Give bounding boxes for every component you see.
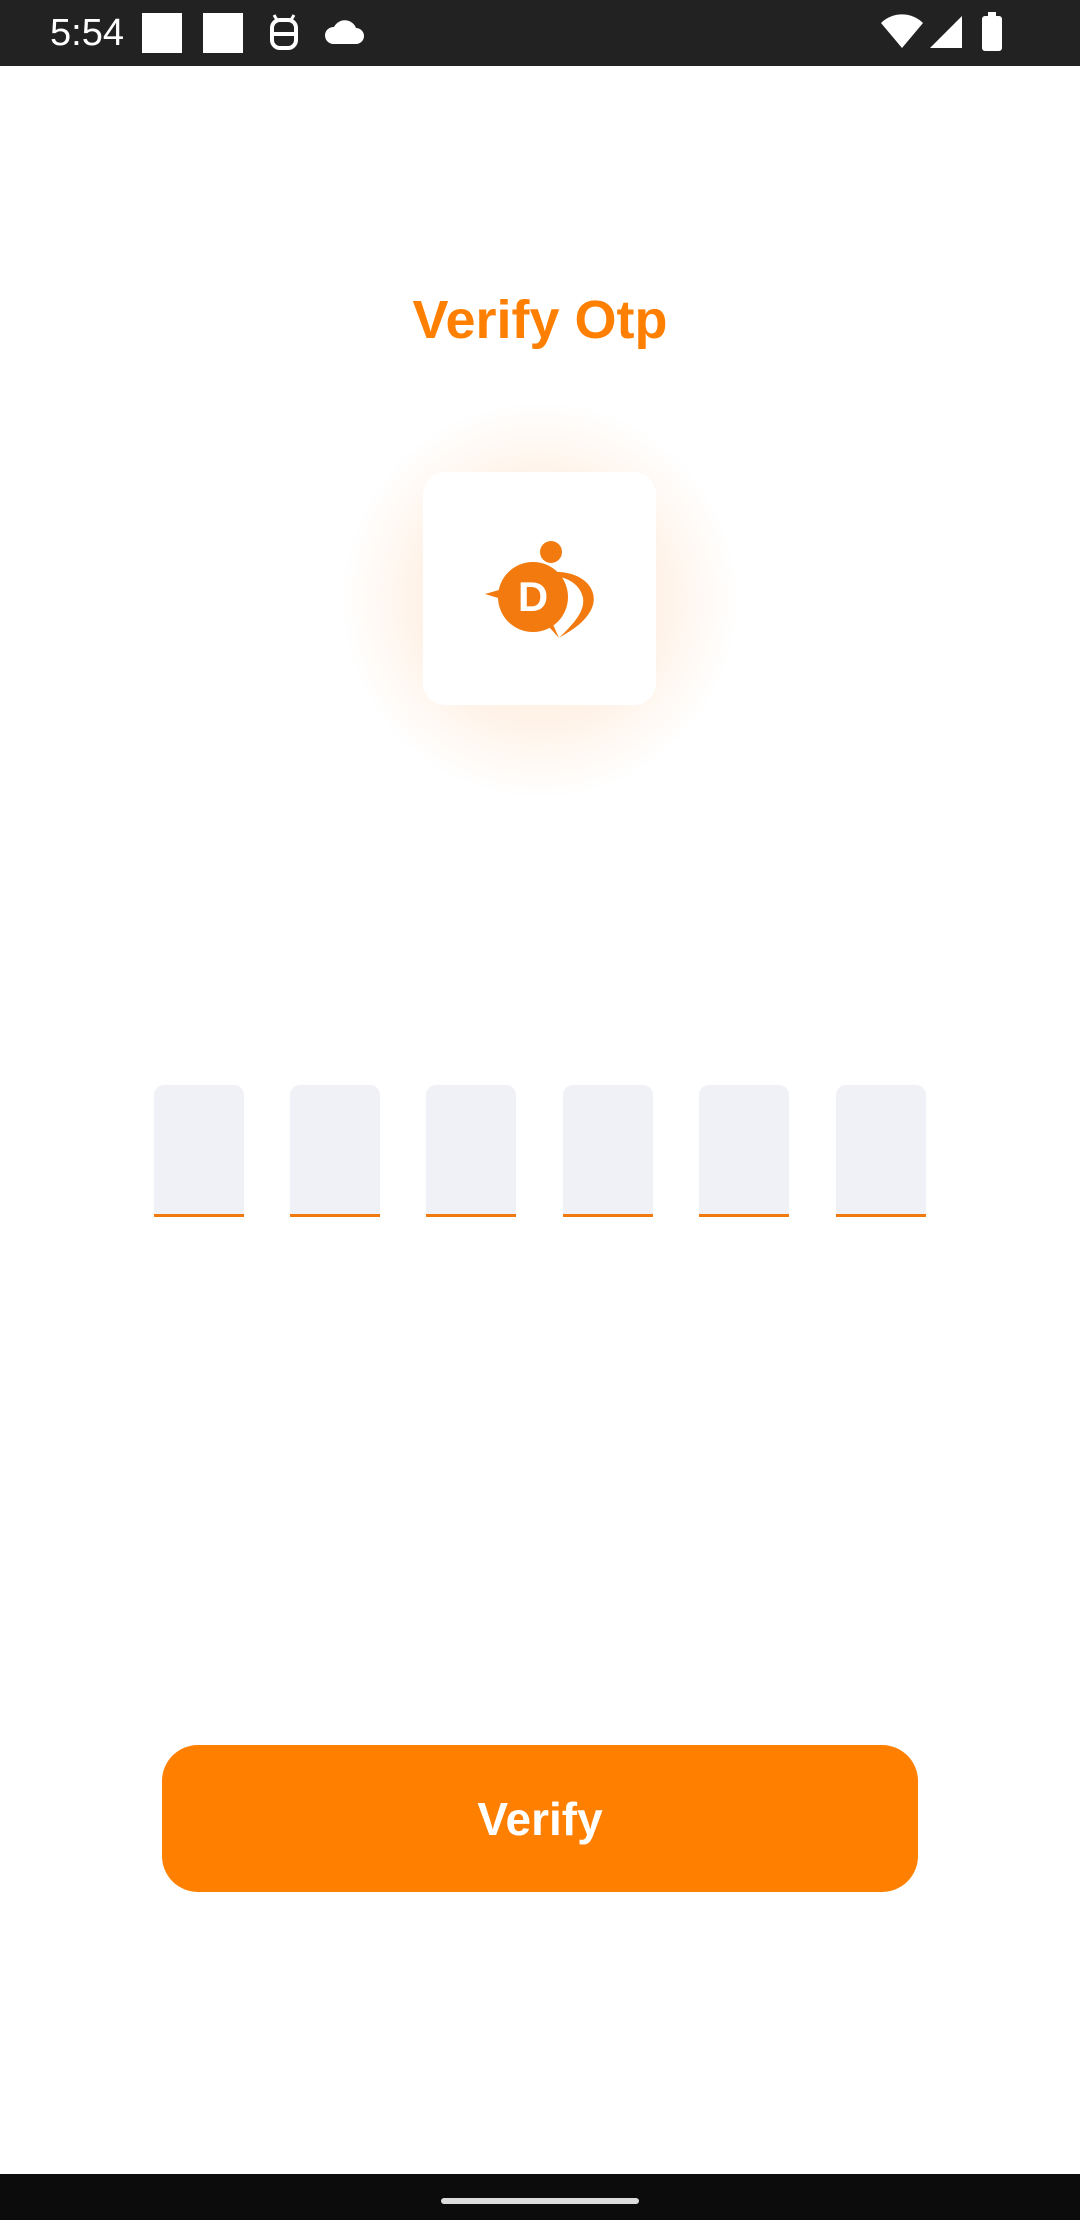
battery-icon (981, 12, 1003, 57)
cellular-signal-icon (928, 14, 964, 55)
otp-digit-input[interactable] (154, 1085, 244, 1217)
cloud-icon (323, 18, 365, 51)
otp-digit-input[interactable] (563, 1085, 653, 1217)
android-robot-icon (267, 14, 301, 57)
page-title: Verify Otp (412, 290, 668, 350)
logo-letter: D (518, 573, 548, 620)
otp-digit-input[interactable] (290, 1085, 380, 1217)
home-gesture-handle[interactable] (441, 2198, 639, 2204)
notification-square-icon (203, 13, 243, 53)
otp-digit-input[interactable] (699, 1085, 789, 1217)
otp-digit-input[interactable] (426, 1085, 516, 1217)
status-bar: 5:54 (0, 0, 1080, 66)
verify-button[interactable]: Verify (162, 1745, 918, 1892)
notification-square-icon (142, 13, 182, 53)
wifi-icon (880, 14, 924, 55)
status-time: 5:54 (50, 12, 124, 54)
app-logo-icon: D (485, 541, 594, 638)
app-logo-card: D (423, 472, 656, 705)
navigation-bar (0, 2174, 1080, 2220)
otp-digit-input[interactable] (836, 1085, 926, 1217)
